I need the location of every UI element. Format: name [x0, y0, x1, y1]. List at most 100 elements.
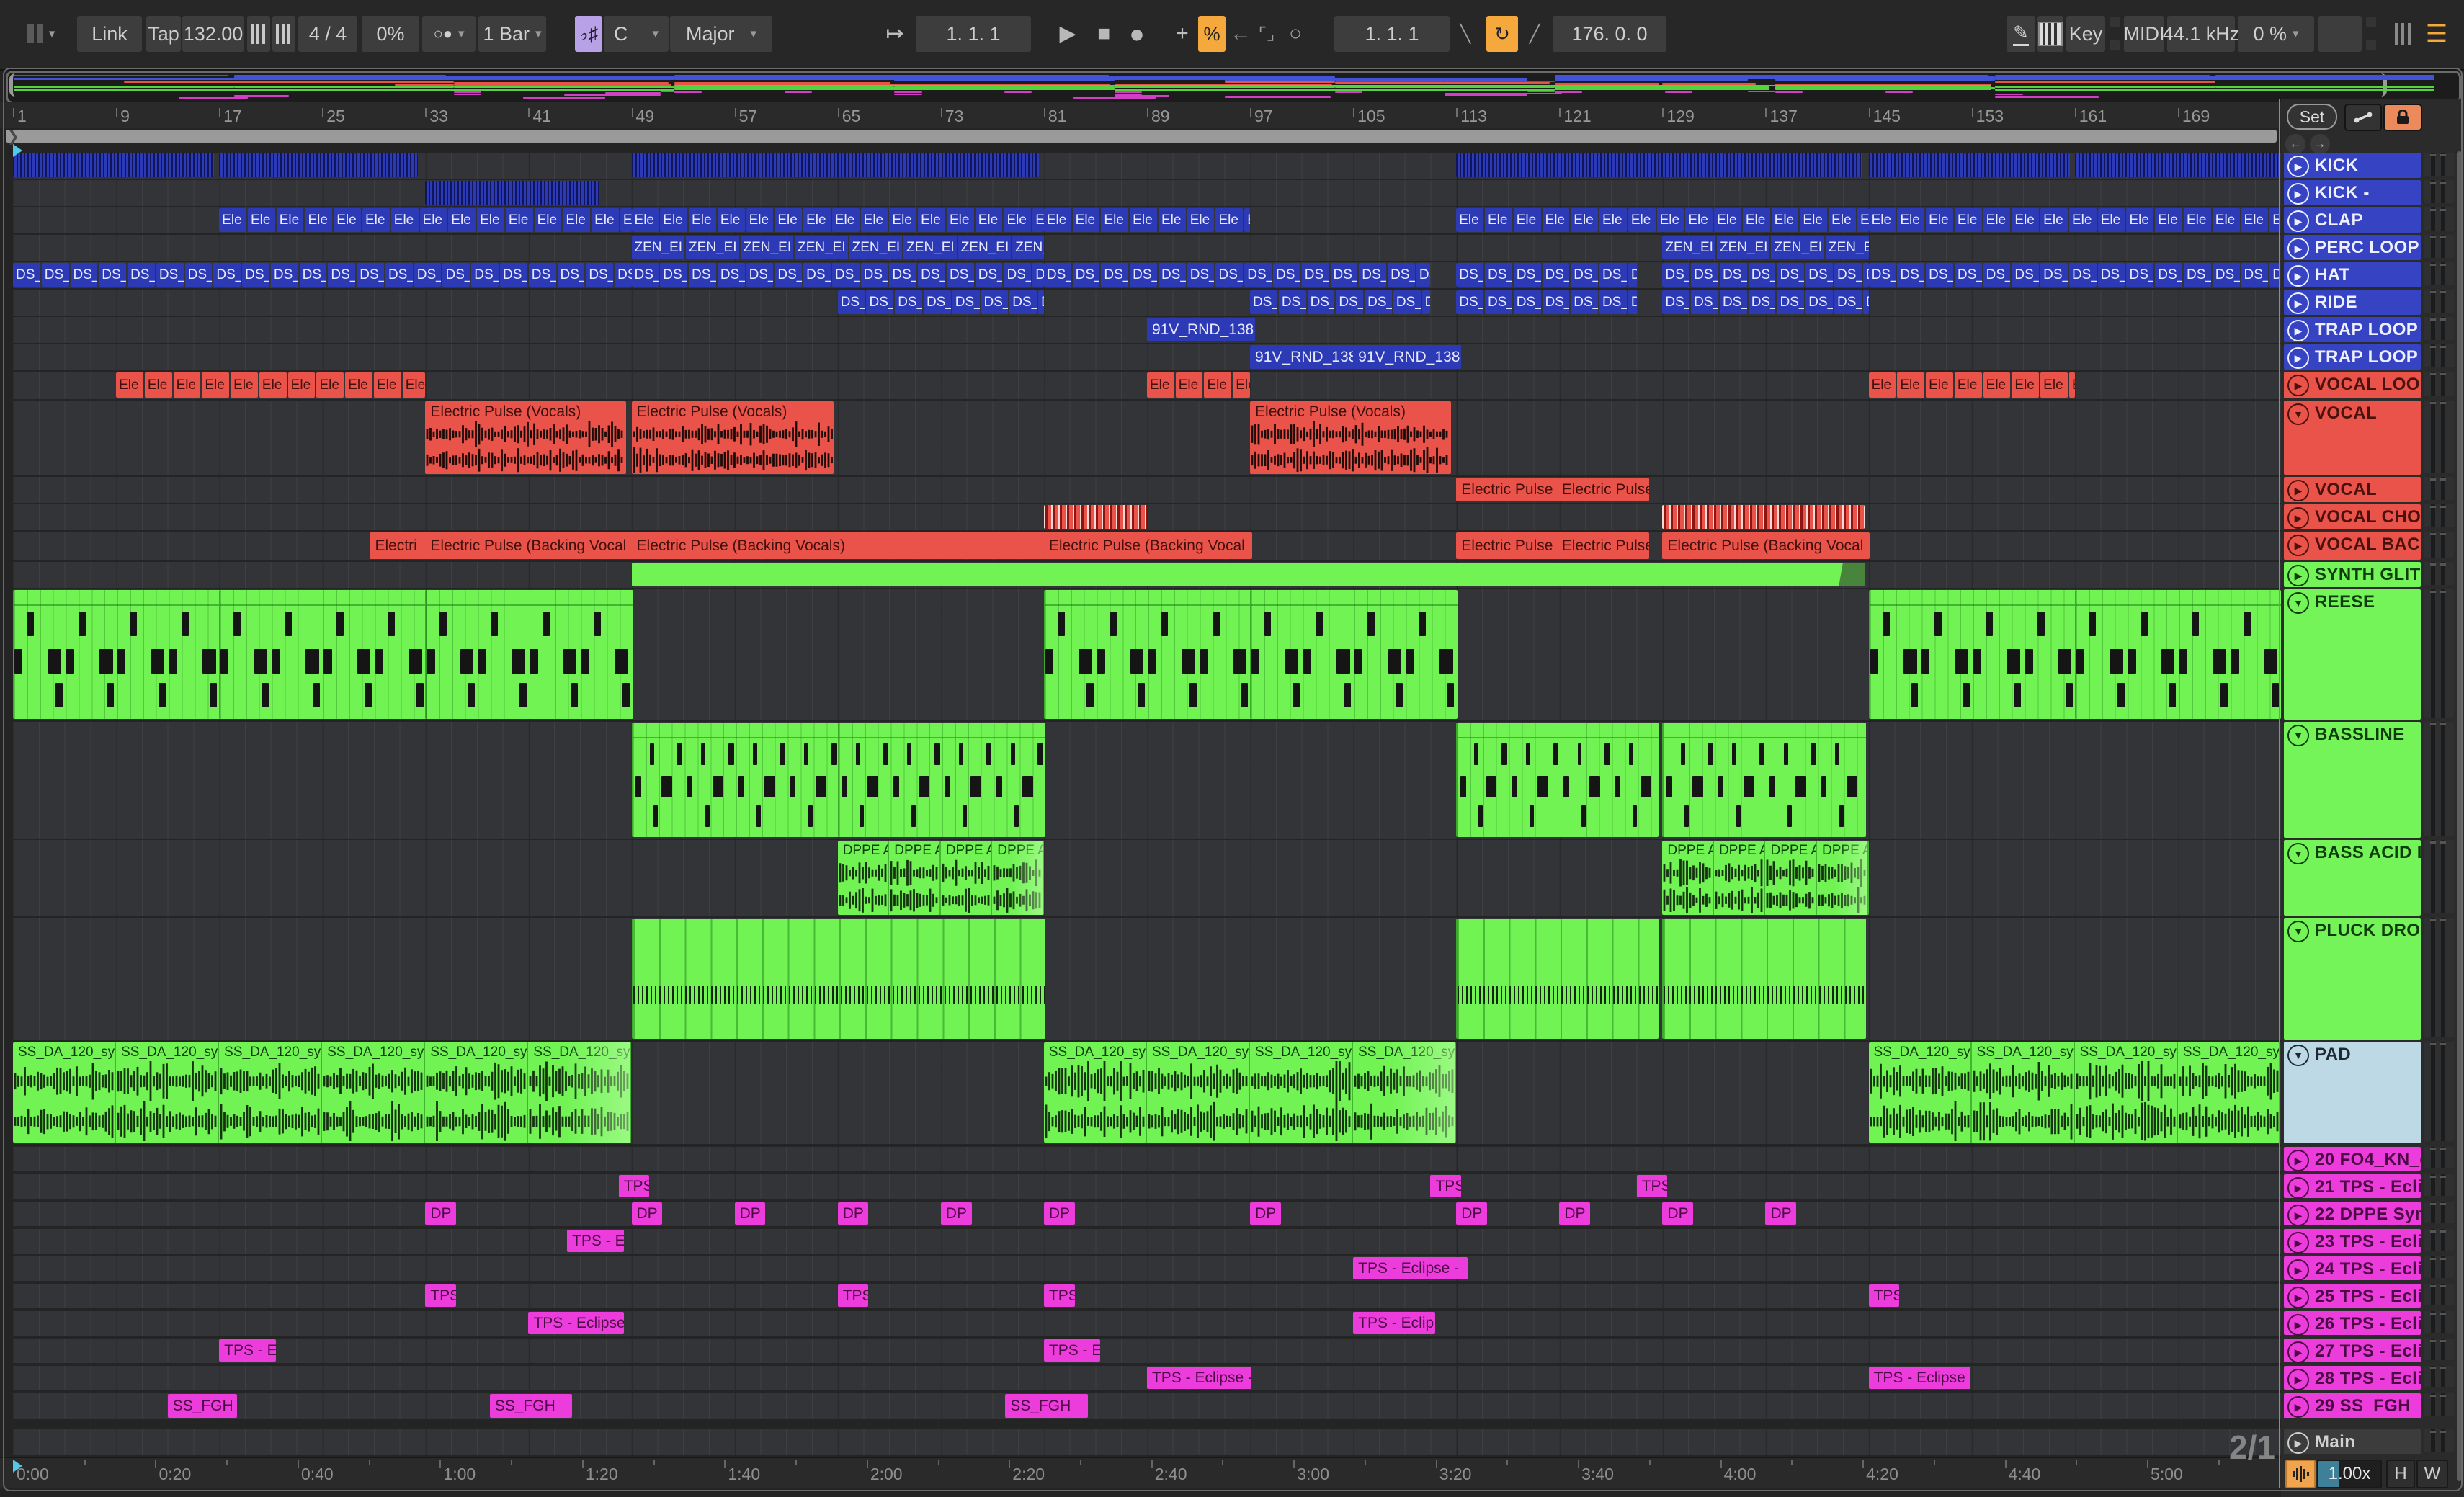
- play-button[interactable]: ▶: [1053, 16, 1082, 52]
- clip-electri[interactable]: Electri: [370, 532, 431, 559]
- track-header-25-tps-eclips[interactable]: ▶ 25 TPS - Eclips: [2284, 1284, 2421, 1308]
- track-lane-vocal-chop[interactable]: [13, 504, 2281, 530]
- menu-hamburger-icon[interactable]: ☰: [2422, 16, 2451, 52]
- clip-audio-cell[interactable]: SS_DA_120_sy: [322, 1042, 426, 1143]
- clip-group-ds[interactable]: DS_ DS_ DS_ DS_ DS_ DS_ DS_ DS_ DS_ DS_ DS_ DS_ DS_ D…: [1043, 263, 1431, 287]
- arrangement-position-field[interactable]: 1. 1. 1: [916, 16, 1031, 52]
- clip-tps-eclipse[interactable]: TPS - Eclipse -: [1868, 1367, 1970, 1389]
- clip-cell[interactable]: ZEN_EI: [1012, 236, 1044, 259]
- tempo-field[interactable]: 132.00: [182, 16, 244, 52]
- clip-electric-pulse-backing-vocals[interactable]: Electric Pulse (Backing Vocals): [631, 532, 1045, 559]
- draw-mode-icon[interactable]: ✎: [2007, 16, 2035, 52]
- track-lane-vocal-backi[interactable]: Electri Electric Pulse (Backing Vocal Elec…: [13, 532, 2281, 560]
- clip-cell[interactable]: Ele: [1954, 208, 1982, 232]
- clip-audio-electric-pulse-vocals[interactable]: Electric Pulse (Vocals): [425, 401, 627, 474]
- clip-cell[interactable]: Ele: [2012, 372, 2040, 398]
- track-play-icon[interactable]: ▶: [2287, 1396, 2309, 1418]
- clip-cell[interactable]: Ele: [860, 208, 888, 232]
- clip-midi-notes[interactable]: [1868, 590, 2076, 719]
- vertical-scrollbar[interactable]: [2457, 151, 2462, 1481]
- clip-cell[interactable]: Ele: [975, 208, 1003, 232]
- clip-dp[interactable]: DP: [837, 1202, 869, 1225]
- lock-icon[interactable]: [2383, 104, 2422, 131]
- clip-midi-stripes[interactable]: [631, 153, 1039, 177]
- clip-cell[interactable]: DS_: [270, 263, 298, 287]
- track-lane-clap[interactable]: Ele Ele Ele Ele Ele Ele Ele Ele Ele Ele Ele Ele Ele E…: [13, 207, 2281, 233]
- clip-midi-notes[interactable]: [2074, 590, 2282, 719]
- clip-cell[interactable]: Ele: [1484, 208, 1512, 232]
- clip-midi-stripes[interactable]: [219, 153, 418, 177]
- track-play-icon[interactable]: ▶: [2287, 347, 2309, 369]
- clip-cell[interactable]: Ele: [717, 208, 745, 232]
- clip-cell[interactable]: Ele: [1926, 208, 1953, 232]
- scale-root-menu[interactable]: C ▾: [604, 16, 669, 52]
- track-play-icon[interactable]: ▶: [2287, 1369, 2309, 1390]
- quantize-menu[interactable]: 1 Bar ▾: [478, 16, 546, 52]
- track-lane-27-tps-eclips[interactable]: TPS - E TPS - E: [13, 1339, 2281, 1363]
- clip-midi-stripes[interactable]: [1456, 153, 1862, 177]
- re-enable-automation-icon[interactable]: ←: [1228, 16, 1253, 52]
- track-lane-kick[interactable]: [13, 153, 2281, 179]
- fold-down-icon[interactable]: ▼: [2287, 403, 2309, 425]
- clip-cell[interactable]: DS_: [357, 263, 384, 287]
- clip-cell[interactable]: Ele: [1158, 208, 1186, 232]
- clip-91v-rnd-138[interactable]: 91V_RND_138: [1353, 345, 1462, 369]
- clip-cell[interactable]: DS_: [1388, 263, 1415, 287]
- clip-cell[interactable]: DS_: [1158, 263, 1186, 287]
- clip-audio-cell[interactable]: SS_DA_120_sy: [1971, 1042, 2075, 1143]
- height-zoom-button[interactable]: H: [2386, 1460, 2415, 1488]
- sidebar-divider[interactable]: [2279, 99, 2280, 1488]
- clip-cell[interactable]: Ele: [1599, 208, 1627, 232]
- clip-group-ds[interactable]: DS_ DS_ DS_ DS_ DS_ DS_ DS_ DS_ DS_ DS_ DS_ DS_ DS_ D…: [631, 263, 1044, 287]
- clip-cell[interactable]: DS_: [41, 263, 69, 287]
- clip-audio-cell[interactable]: SS_DA_120_sy: [13, 1042, 117, 1143]
- clip-cell[interactable]: Ele: [2126, 208, 2154, 232]
- clip-dp[interactable]: DP: [425, 1202, 457, 1225]
- main-track-lane[interactable]: [13, 1429, 2281, 1455]
- clip-cell[interactable]: Ele: [373, 372, 401, 398]
- clip-cell[interactable]: DS_: [1130, 263, 1157, 287]
- clip-cell[interactable]: DS_: [2184, 263, 2211, 287]
- track-play-icon[interactable]: ▶: [2287, 1205, 2309, 1226]
- track-lane-22-dppe-synth[interactable]: DP DP DP DP DP DP DP DP DP DP DP: [13, 1202, 2281, 1226]
- clip-cell[interactable]: ZEN_EI: [1716, 236, 1770, 259]
- track-lane-29-ss-fgh-fx[interactable]: SS_FGH SS_FGH SS_FGH: [13, 1393, 2281, 1419]
- clip-cell[interactable]: DS_: [866, 290, 894, 314]
- clip-cell[interactable]: Ele: [1954, 372, 1982, 398]
- clip-cell[interactable]: DS_: [1926, 263, 1953, 287]
- fold-down-icon[interactable]: ▼: [2287, 843, 2309, 864]
- track-header-ride[interactable]: ▶ RIDE: [2284, 290, 2421, 315]
- clip-cell[interactable]: Ele: [202, 372, 230, 398]
- clip-cell[interactable]: DS_: [1662, 290, 1690, 314]
- track-play-icon[interactable]: ▶: [2287, 183, 2309, 205]
- clip-tps-eclipse[interactable]: TPS - Eclipse: [528, 1312, 624, 1334]
- clip-cell[interactable]: Ele: [1043, 208, 1071, 232]
- set-button[interactable]: Set: [2287, 104, 2337, 130]
- track-lane-bassline[interactable]: [13, 722, 2281, 839]
- loop-length-field[interactable]: 176. 0. 0: [1553, 16, 1666, 52]
- clip-cell[interactable]: Ele: [419, 208, 447, 232]
- clip-cell[interactable]: Ele: [247, 208, 275, 232]
- clip-cell[interactable]: DS_: [99, 263, 127, 287]
- metronome-button[interactable]: ○● ▾: [422, 16, 476, 52]
- nav-forward-icon[interactable]: →: [2310, 134, 2330, 154]
- track-header-main[interactable]: ▶ Main: [2284, 1429, 2421, 1454]
- track-lane-28-tps-eclips[interactable]: TPS - Eclipse - TPS - Eclipse -: [13, 1366, 2281, 1390]
- follow-link-icon[interactable]: [2344, 104, 2382, 131]
- track-play-icon[interactable]: ▶: [2287, 238, 2309, 259]
- track-play-icon[interactable]: ▶: [2287, 535, 2309, 556]
- clip-cell[interactable]: DS_: [1542, 263, 1570, 287]
- clip-tps-eclipse[interactable]: TPS - Eclipse -: [1146, 1367, 1251, 1389]
- clip-group-ds[interactable]: DS_DS_DS_DS_DS_DS_DS_: [1456, 263, 1637, 287]
- clip-tps[interactable]: TPS: [1043, 1284, 1075, 1307]
- clip-cell[interactable]: ZEN_EI: [631, 236, 685, 259]
- clip-cell[interactable]: DS_: [1421, 290, 1431, 314]
- clip-group-ds[interactable]: DS_DS_DS_DS_DS_DS_DS_DS_: [1662, 290, 1869, 314]
- track-header-20-fo4-kn-cl[interactable]: ▶ 20 FO4_KN_cl: [2284, 1147, 2421, 1171]
- clip-group-ss-da-120-sy[interactable]: SS_DA_120_sySS_DA_120_sySS_DA_120_sySS_D…: [1043, 1042, 1457, 1143]
- clip-cell[interactable]: DS_: [1484, 263, 1512, 287]
- clip-tps-e[interactable]: TPS - E: [219, 1339, 276, 1362]
- clip-cell[interactable]: Ele: [477, 208, 504, 232]
- clip-ss-fgh[interactable]: SS_FGH: [167, 1394, 238, 1418]
- clip-audio-cell[interactable]: SS_DA_120_sy: [528, 1042, 632, 1143]
